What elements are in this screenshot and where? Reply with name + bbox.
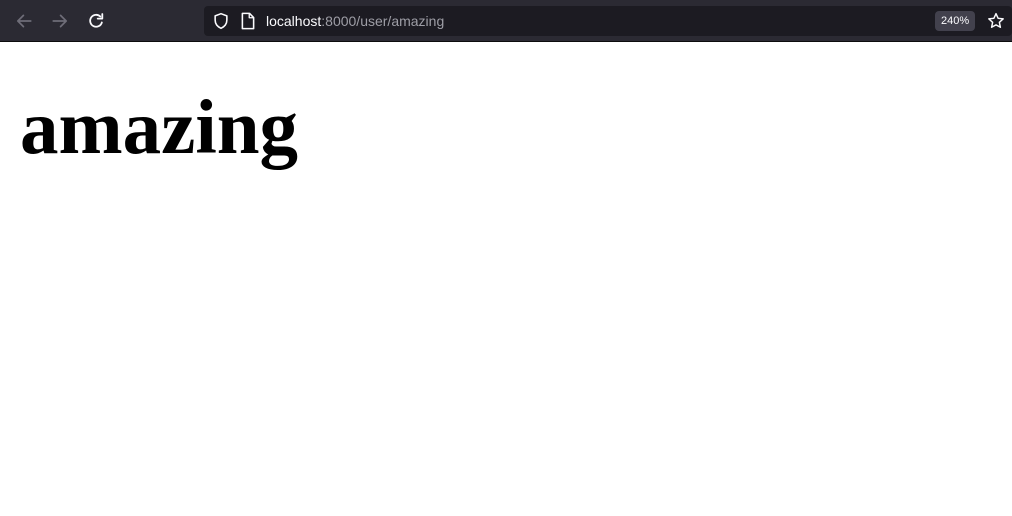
star-icon[interactable]: [987, 12, 1005, 30]
back-arrow-icon: [16, 14, 32, 28]
forward-arrow-icon: [52, 14, 68, 28]
url-text[interactable]: localhost:8000/user/amazing: [266, 6, 444, 36]
reload-button[interactable]: [82, 7, 110, 35]
page-heading: amazing: [20, 84, 299, 170]
forward-button[interactable]: [46, 7, 74, 35]
browser-toolbar: localhost:8000/user/amazing 240%: [0, 0, 1012, 42]
zoom-level-badge[interactable]: 240%: [935, 11, 976, 31]
back-button[interactable]: [10, 7, 38, 35]
reload-icon: [89, 13, 104, 28]
page-content: amazing: [0, 42, 1012, 516]
shield-icon[interactable]: [212, 12, 230, 30]
address-bar[interactable]: localhost:8000/user/amazing 240%: [204, 6, 1012, 36]
url-path: :8000/user/amazing: [321, 13, 445, 29]
url-host: localhost: [266, 13, 322, 29]
page-icon[interactable]: [240, 12, 256, 30]
